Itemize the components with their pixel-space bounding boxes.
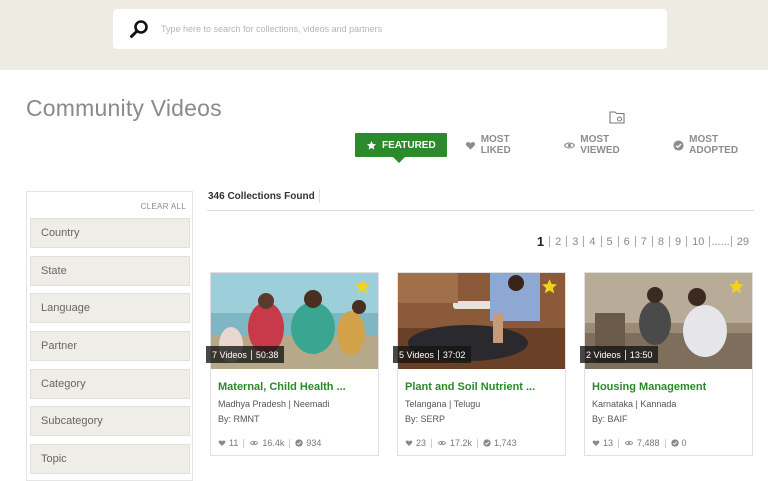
video-count-badge: 2 Videos 13:50 — [580, 346, 659, 363]
featured-star-icon — [354, 278, 371, 295]
likes-count: 23 — [416, 438, 427, 448]
divider — [431, 438, 433, 448]
search-icon[interactable] — [129, 19, 149, 39]
divider — [289, 438, 291, 448]
featured-star-icon — [541, 278, 558, 295]
heart-icon — [218, 439, 226, 447]
collection-card[interactable]: 2 Videos 13:50 Housing Management Karnat… — [580, 272, 753, 456]
collection-location-language: Karnataka | Kannada — [592, 399, 677, 409]
likes-count: 13 — [603, 438, 614, 448]
eye-icon — [249, 439, 259, 447]
tab-label: FEATURED — [382, 139, 436, 151]
top-search-band — [0, 0, 768, 70]
divider — [624, 349, 626, 360]
divider — [250, 349, 252, 360]
divider — [207, 210, 754, 211]
divider — [243, 438, 245, 448]
tab-label: MOST ADOPTED — [689, 134, 739, 156]
collection-location-language: Madhya Pradesh | Neemadi — [218, 399, 330, 409]
tab-most-viewed[interactable]: MOST VIEWED — [564, 134, 650, 156]
filter-state[interactable]: State — [30, 256, 190, 286]
divider — [477, 438, 479, 448]
collection-stats: 11 16.4k 934 — [218, 438, 321, 448]
eye-icon — [624, 439, 634, 447]
heart-icon — [465, 140, 476, 151]
divider — [319, 189, 320, 203]
sort-tabs: FEATURED MOST LIKED MOST VIEWED MOST ADO… — [355, 133, 768, 163]
featured-star-icon — [728, 278, 745, 295]
views-count: 16.4k — [262, 438, 285, 448]
folder-icon[interactable] — [609, 110, 625, 124]
collection-partner: By: BAIF — [592, 414, 628, 424]
duration: 50:38 — [255, 349, 279, 360]
page-title: Community Videos — [26, 95, 222, 121]
video-count: 7 Videos — [212, 349, 247, 360]
likes-count: 11 — [229, 438, 239, 448]
page-link[interactable]: 9 — [670, 236, 686, 248]
page-ellipsis: ...... — [711, 235, 730, 248]
collection-partner: By: SERP — [405, 414, 446, 424]
eye-icon — [437, 439, 447, 447]
divider — [664, 438, 666, 448]
adoptions-count: 1,743 — [494, 438, 517, 448]
page-link[interactable]: 7 — [636, 236, 652, 248]
collection-card[interactable]: 7 Videos 50:38 Maternal, Child Health ..… — [206, 272, 379, 456]
filter-partner[interactable]: Partner — [30, 331, 190, 361]
page-link[interactable]: 8 — [653, 236, 669, 248]
collection-partner: By: RMNT — [218, 414, 260, 424]
page-link[interactable]: 29 — [732, 236, 749, 248]
video-count-badge: 5 Videos 37:02 — [393, 346, 472, 363]
check-circle-icon — [670, 439, 679, 447]
adoptions-count: 0 — [681, 438, 687, 448]
filter-subcategory[interactable]: Subcategory — [30, 406, 190, 436]
tab-label: MOST VIEWED — [580, 134, 620, 156]
page-link[interactable]: 4 — [584, 236, 600, 248]
duration: 13:50 — [629, 349, 653, 360]
filter-sidebar: CLEAR ALL Country State Language Partner… — [26, 191, 193, 481]
collection-title[interactable]: Plant and Soil Nutrient ... — [405, 381, 535, 393]
collection-stats: 23 17.2k 1,743 — [405, 438, 517, 448]
eye-icon — [564, 140, 576, 151]
video-count-badge: 7 Videos 50:38 — [206, 346, 285, 363]
collection-title[interactable]: Housing Management — [592, 381, 706, 393]
collection-stats: 13 7,488 0 — [592, 438, 687, 448]
filter-category[interactable]: Category — [30, 369, 190, 399]
tab-most-liked[interactable]: MOST LIKED — [465, 134, 542, 156]
duration: 37:02 — [442, 349, 466, 360]
views-count: 17.2k — [450, 438, 473, 448]
page-link[interactable]: 5 — [602, 236, 618, 248]
divider — [437, 349, 439, 360]
video-count: 5 Videos — [399, 349, 434, 360]
pagination: 1 2 3 4 5 6 7 8 9 10 ...... 29 — [537, 234, 749, 249]
adoptions-count: 934 — [306, 438, 322, 448]
star-icon — [366, 140, 377, 151]
clear-all-link[interactable]: CLEAR ALL — [141, 202, 186, 211]
collection-card[interactable]: 5 Videos 37:02 Plant and Soil Nutrient .… — [393, 272, 566, 456]
page-link[interactable]: 10 — [687, 236, 709, 248]
collection-location-language: Telangana | Telugu — [405, 399, 481, 409]
video-count: 2 Videos — [586, 349, 621, 360]
check-circle-icon — [483, 439, 491, 447]
heart-icon — [592, 439, 600, 447]
tab-label: MOST LIKED — [480, 134, 511, 156]
search-input[interactable] — [161, 24, 621, 34]
tab-most-adopted[interactable]: MOST ADOPTED — [673, 134, 768, 156]
page-link[interactable]: 2 — [550, 236, 566, 248]
check-circle-icon — [295, 439, 304, 447]
page-link[interactable]: 6 — [619, 236, 635, 248]
heart-icon — [405, 439, 413, 447]
check-circle-icon — [673, 139, 684, 151]
filter-language[interactable]: Language — [30, 293, 190, 323]
filter-topic[interactable]: Topic — [30, 444, 190, 474]
views-count: 7,488 — [637, 438, 660, 448]
page-link-current[interactable]: 1 — [537, 234, 549, 249]
filter-country[interactable]: Country — [30, 218, 190, 248]
page-link[interactable]: 3 — [567, 236, 583, 248]
collection-title[interactable]: Maternal, Child Health ... — [218, 381, 346, 393]
search-bar[interactable] — [113, 9, 667, 49]
tab-featured[interactable]: FEATURED — [355, 133, 447, 163]
collections-found-count: 346 Collections Found — [208, 191, 315, 202]
divider — [618, 438, 620, 448]
